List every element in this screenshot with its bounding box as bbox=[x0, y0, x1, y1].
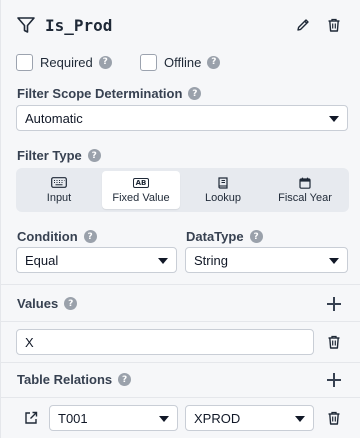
relation-field-select[interactable]: XPROD bbox=[185, 405, 314, 431]
chevron-down-icon bbox=[329, 258, 339, 264]
help-icon[interactable]: ? bbox=[118, 373, 132, 386]
filter-type-input[interactable]: Input bbox=[24, 171, 94, 209]
condition-value: Equal bbox=[25, 252, 59, 268]
table-relations-label: Table Relations bbox=[17, 372, 113, 387]
offline-label: Offline bbox=[164, 54, 202, 70]
delete-value-button[interactable] bbox=[324, 332, 344, 352]
filter-type-fiscal-year-label: Fiscal Year bbox=[278, 191, 332, 204]
divider bbox=[1, 284, 360, 285]
filter-type-label: Filter Type bbox=[17, 148, 82, 163]
help-icon[interactable]: ? bbox=[98, 55, 112, 69]
divider bbox=[1, 397, 360, 398]
filter-panel: Is_Prod Required ? Offline ? Filter Scop… bbox=[0, 0, 360, 438]
chevron-down-icon bbox=[159, 416, 169, 422]
calendar-icon bbox=[299, 177, 311, 189]
datatype-label: DataType bbox=[186, 229, 244, 244]
filter-type-fiscal-year[interactable]: Fiscal Year bbox=[268, 171, 342, 209]
delete-filter-button[interactable] bbox=[324, 15, 344, 35]
help-icon[interactable]: ? bbox=[87, 149, 101, 162]
filter-icon bbox=[16, 14, 38, 36]
external-link-icon[interactable] bbox=[21, 408, 41, 428]
datatype-section: DataType ? bbox=[186, 229, 263, 244]
filter-type-section: Filter Type ? bbox=[17, 148, 101, 163]
required-row: Required ? bbox=[16, 52, 112, 72]
pencil-icon[interactable] bbox=[293, 15, 313, 35]
filter-type-input-label: Input bbox=[46, 191, 72, 204]
values-label: Values bbox=[17, 296, 59, 311]
divider bbox=[1, 362, 360, 363]
value-text: X bbox=[25, 334, 34, 350]
condition-section: Condition ? bbox=[17, 229, 97, 244]
trash-icon bbox=[328, 411, 340, 425]
filter-type-fixed-value[interactable]: AB Fixed Value bbox=[102, 171, 180, 209]
chevron-down-icon bbox=[158, 258, 168, 264]
condition-select[interactable]: Equal bbox=[16, 247, 177, 273]
filter-type-lookup[interactable]: Lookup bbox=[188, 171, 258, 209]
offline-row: Offline ? bbox=[140, 52, 221, 72]
scope-value: Automatic bbox=[25, 110, 83, 126]
delete-relation-button[interactable] bbox=[324, 408, 344, 428]
required-checkbox[interactable] bbox=[16, 53, 33, 71]
filter-type-lookup-label: Lookup bbox=[204, 191, 242, 204]
relation-table-value: T001 bbox=[58, 410, 88, 426]
chevron-down-icon bbox=[329, 116, 339, 122]
filter-type-fixed-value-label: Fixed Value bbox=[112, 191, 170, 204]
help-icon[interactable]: ? bbox=[249, 230, 263, 243]
ab-icon: AB bbox=[132, 177, 150, 189]
help-icon[interactable]: ? bbox=[83, 230, 97, 243]
help-icon[interactable]: ? bbox=[207, 55, 221, 69]
scope-label: Filter Scope Determination bbox=[17, 86, 183, 101]
add-relation-button[interactable] bbox=[327, 373, 341, 387]
ab-icon-text: AB bbox=[132, 177, 150, 188]
datatype-value: String bbox=[194, 252, 228, 268]
filter-title: Is_Prod bbox=[45, 15, 113, 35]
trash-icon bbox=[328, 335, 340, 349]
divider bbox=[1, 321, 360, 322]
help-icon[interactable]: ? bbox=[64, 297, 78, 310]
values-section: Values ? bbox=[17, 296, 78, 311]
chevron-down-icon bbox=[295, 416, 305, 422]
value-input[interactable]: X bbox=[16, 329, 314, 355]
relation-field-value: XPROD bbox=[194, 410, 241, 426]
scope-section: Filter Scope Determination ? bbox=[17, 86, 202, 101]
required-label: Required bbox=[40, 54, 93, 70]
table-relations-section: Table Relations ? bbox=[17, 372, 132, 387]
datatype-select[interactable]: String bbox=[185, 247, 348, 273]
offline-checkbox[interactable] bbox=[140, 53, 157, 71]
book-icon bbox=[217, 176, 229, 189]
help-icon[interactable]: ? bbox=[188, 87, 202, 100]
trash-icon bbox=[328, 18, 340, 32]
scope-select[interactable]: Automatic bbox=[16, 105, 348, 131]
filter-type-segmented: Input AB Fixed Value Lookup Fiscal Year bbox=[16, 168, 349, 212]
keyboard-icon bbox=[51, 177, 67, 189]
add-value-button[interactable] bbox=[327, 297, 341, 311]
relation-table-select[interactable]: T001 bbox=[49, 405, 178, 431]
condition-label: Condition bbox=[17, 229, 78, 244]
